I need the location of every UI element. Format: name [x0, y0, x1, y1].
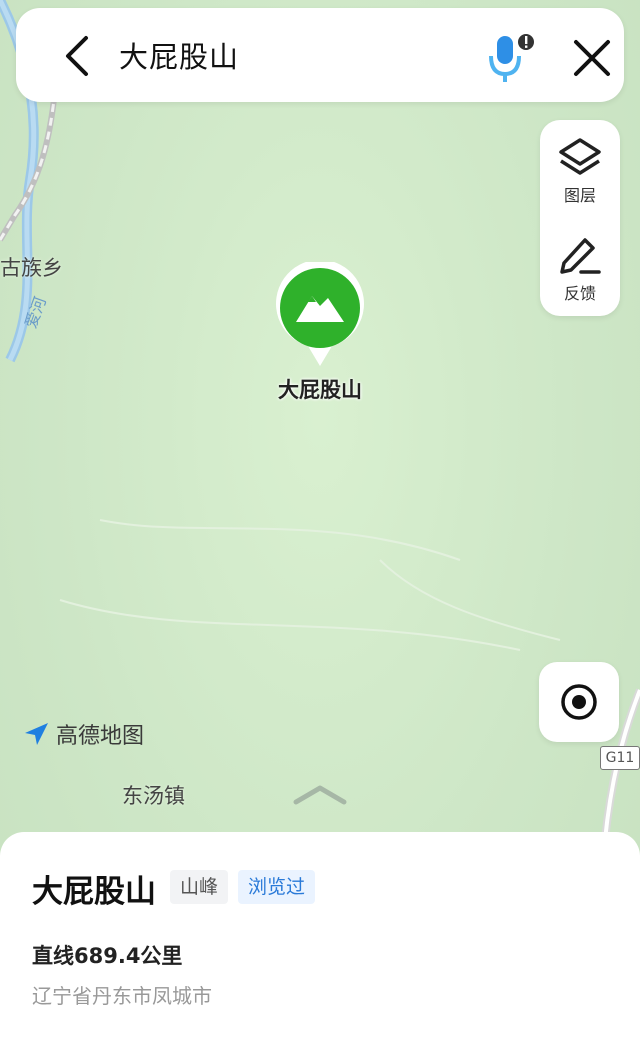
place-label-town-bottom: 东汤镇 — [122, 784, 185, 808]
place-label-town-left: 古族乡 — [0, 256, 63, 280]
map-tool-panel: 图层 反馈 — [540, 120, 620, 316]
search-bar: 大屁股山 — [16, 8, 624, 102]
chevron-up-icon — [293, 785, 347, 805]
mic-icon — [489, 34, 534, 82]
locate-icon — [561, 684, 597, 720]
pencil-icon — [560, 238, 601, 274]
back-button[interactable] — [54, 32, 102, 80]
gaode-logo-icon — [25, 723, 48, 745]
poi-marker[interactable] — [272, 259, 368, 370]
voice-search-button[interactable] — [484, 32, 544, 86]
distance-text: 直线689.4公里 — [32, 944, 183, 968]
search-input[interactable]: 大屁股山 — [119, 34, 239, 76]
category-tag: 山峰 — [170, 870, 229, 904]
close-icon — [574, 40, 610, 76]
layers-icon — [559, 138, 601, 175]
feedback-label: 反馈 — [563, 284, 596, 303]
sheet-expand-handle[interactable] — [290, 780, 350, 810]
highway-badge: G11 — [600, 746, 640, 770]
feedback-button[interactable]: 反馈 — [540, 222, 620, 312]
viewed-tag: 浏览过 — [238, 870, 316, 904]
layers-label: 图层 — [563, 186, 596, 205]
layers-button[interactable]: 图层 — [540, 124, 620, 214]
locate-button[interactable] — [539, 662, 619, 742]
back-arrow-icon — [66, 36, 88, 76]
place-title: 大屁股山 — [32, 874, 156, 910]
place-detail-sheet[interactable]: 大屁股山 山峰 浏览过 直线689.4公里 辽宁省丹东市凤城市 — [0, 832, 640, 1044]
mountain-icon — [276, 259, 364, 366]
address-text: 辽宁省丹东市凤城市 — [32, 984, 212, 1008]
brand-name: 高德地图 — [56, 724, 145, 749]
poi-label[interactable]: 大屁股山 — [240, 374, 400, 404]
close-button[interactable] — [568, 34, 616, 82]
